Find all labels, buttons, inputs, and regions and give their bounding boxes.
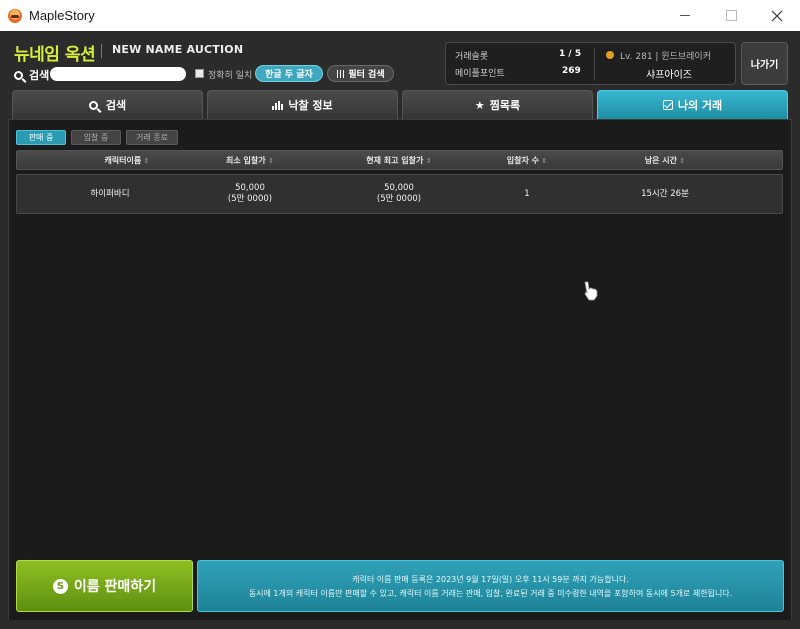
filter-search-label: 필터 검색 [348,70,385,80]
tab-bid-results[interactable]: 낙찰 정보 [207,90,398,119]
table-row[interactable]: 하이퍼바디 50,000 (5만 0000) 50,000 (5만 0000) … [16,174,783,214]
maplestory-app-icon [8,8,22,23]
window-title: MapleStory [29,8,95,23]
exact-match-checkbox[interactable] [195,69,204,78]
search-input[interactable] [50,67,186,81]
tab-my-trades[interactable]: 나의 거래 [597,90,788,119]
tab-search[interactable]: 검색 [12,90,203,119]
close-button[interactable] [754,0,800,31]
account-info-panel: 거래슬롯 1 / 5 메이플포인트 269 Lv. 281 | 윈드브레이커 샤… [445,42,736,85]
cell-min-bid: 50,000 (5만 0000) [228,183,272,205]
search-icon [14,70,23,80]
cell-character-name: 하이퍼바디 [90,189,130,199]
exact-match-label: 정확히 일치 [208,71,253,81]
maple-points-label: 메이플포인트 [455,69,505,79]
column-header-min-bid[interactable]: 최소 입찰가 [226,155,274,166]
tab-wishlist[interactable]: ★ 찜목록 [402,90,593,119]
maple-points-value: 269 [562,66,581,76]
filter-search-button[interactable]: 필터 검색 [327,65,394,82]
trade-slots-label: 거래슬롯 [455,52,489,62]
top-bid-korean: (5만 0000) [376,194,422,204]
gold-coin-icon [606,51,614,59]
notice-line-1: 캐릭터 이름 판매 등록은 2023년 9월 17일(일) 오후 11시 59분… [352,574,629,584]
top-bid-value: 50,000 [384,183,414,193]
tab-label: 찜목록 [489,99,521,112]
column-header-top-bid[interactable]: 현재 최고 입찰가 [366,155,431,166]
trade-slots-value: 1 / 5 [559,49,582,59]
tab-label: 검색 [105,99,127,112]
search-icon [88,100,98,110]
sell-name-button[interactable]: S 이름 판매하기 [16,560,193,612]
column-header-character-name[interactable]: 캐릭터이름 [104,155,149,166]
sliders-icon [336,69,345,78]
column-header-remaining-time[interactable]: 남은 시간 [645,155,686,166]
brand-title-ko: 뉴네임 옥션 [14,45,96,65]
min-bid-value: 50,000 [235,183,265,193]
window-titlebar: MapleStory [0,0,800,31]
coin-s-icon: S [52,578,68,594]
notice-line-2: 동시에 1개의 캐릭터 이름만 판매할 수 있고, 캐릭터 이름 거래는 판매,… [248,588,733,598]
cell-bidders: 1 [524,189,530,199]
table-header: 캐릭터이름 최소 입찰가 현재 최고 입찰가 입찰자 수 남은 시간 [16,150,783,170]
tab-label: 낙찰 정보 [288,99,333,112]
character-name: 샤프아이즈 [646,70,692,81]
search-label: 검색 [14,67,49,83]
check-box-icon [662,100,673,110]
exit-button[interactable]: 나가기 [741,42,788,85]
bar-chart-icon [272,100,284,110]
maximize-button[interactable] [708,0,754,31]
cell-remaining-time: 15시간 26분 [641,189,689,199]
subtab-completed[interactable]: 거래 종료 [126,130,178,145]
star-icon: ★ [474,98,485,112]
hangul-two-letter-button[interactable]: 한글 두 글자 [255,65,323,82]
tab-label: 나의 거래 [677,99,723,112]
sell-name-label: 이름 판매하기 [73,579,157,595]
brand-divider [101,44,102,58]
hand-cursor-icon [584,281,598,301]
brand-title-en: NEW NAME AUCTION [112,43,244,56]
minimize-button[interactable] [662,0,708,31]
subtab-bidding[interactable]: 입찰 중 [71,130,121,145]
notice-panel: 캐릭터 이름 판매 등록은 2023년 9월 17일(일) 오후 11시 59분… [197,560,784,612]
bottom-strip [0,620,800,629]
min-bid-korean: (5만 0000) [227,194,273,204]
info-divider [594,48,595,81]
auction-frame: 뉴네임 옥션 NEW NAME AUCTION 검색 정확히 일치 한글 두 글… [0,31,800,629]
subtab-selling[interactable]: 판매 중 [16,130,66,145]
close-icon [771,10,783,21]
cell-top-bid: 50,000 (5만 0000) [377,183,421,205]
column-header-bidders[interactable]: 입찰자 수 [507,155,548,166]
character-level: Lv. 281 | 윈드브레이커 [620,52,711,62]
search-label-text: 검색 [29,69,50,82]
